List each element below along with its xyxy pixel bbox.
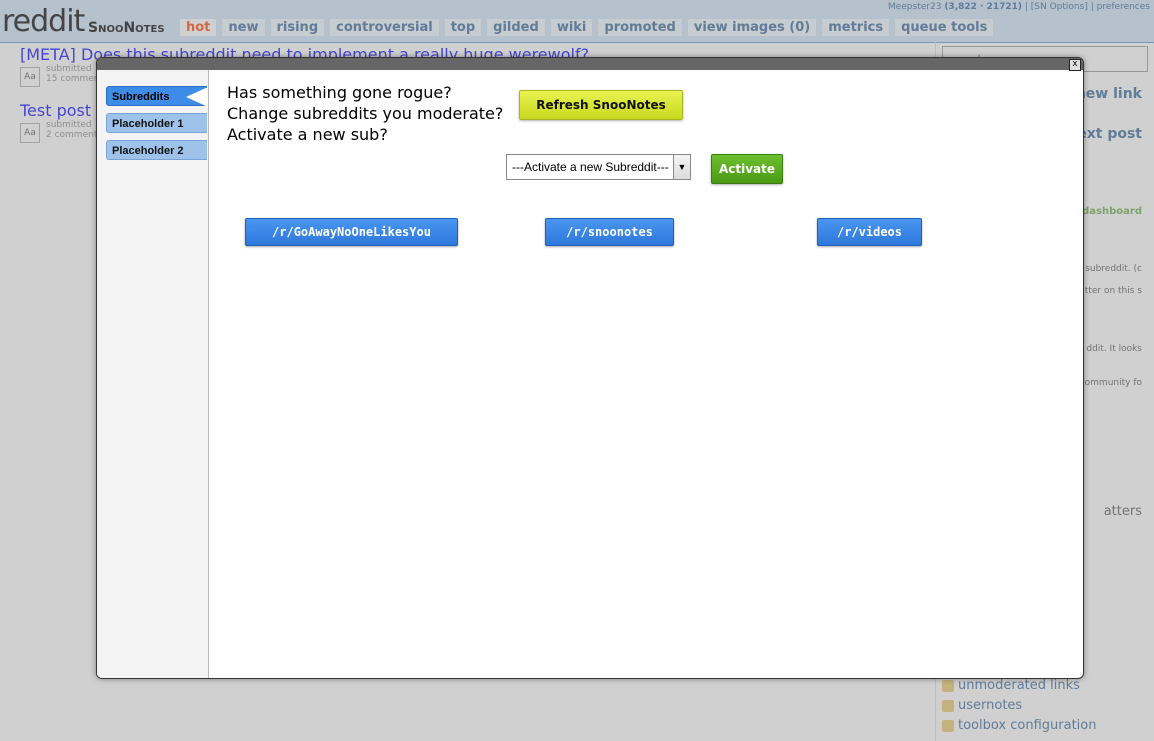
modal-titlebar: x bbox=[97, 58, 1083, 71]
modal-content: Has something gone rogue? Change subredd… bbox=[209, 70, 1083, 678]
activate-subreddit-select[interactable]: ---Activate a new Subreddit--- ▼ bbox=[506, 154, 691, 180]
help-line: Has something gone rogue? bbox=[227, 83, 452, 102]
help-line: Activate a new sub? bbox=[227, 125, 388, 144]
snoonotes-options-modal: x Subreddits Placeholder 1 Placeholder 2… bbox=[96, 57, 1084, 679]
activate-button[interactable]: Activate bbox=[711, 154, 783, 184]
refresh-snoonotes-button[interactable]: Refresh SnooNotes bbox=[519, 90, 683, 120]
subreddit-button[interactable]: /r/snoonotes bbox=[545, 218, 674, 246]
nav-item-subreddits[interactable]: Subreddits bbox=[106, 86, 208, 107]
select-value: ---Activate a new Subreddit--- bbox=[512, 160, 669, 174]
nav-item-placeholder-2[interactable]: Placeholder 2 bbox=[106, 140, 207, 160]
chevron-down-icon[interactable]: ▼ bbox=[673, 155, 690, 179]
nav-item-placeholder-1[interactable]: Placeholder 1 bbox=[106, 113, 207, 133]
subreddit-button[interactable]: /r/videos bbox=[817, 218, 922, 246]
help-text: Has something gone rogue? Change subredd… bbox=[227, 82, 503, 145]
modal-nav: Subreddits Placeholder 1 Placeholder 2 bbox=[97, 70, 209, 678]
help-line: Change subreddits you moderate? bbox=[227, 104, 504, 123]
subreddit-button[interactable]: /r/GoAwayNoOneLikesYou bbox=[245, 218, 458, 246]
